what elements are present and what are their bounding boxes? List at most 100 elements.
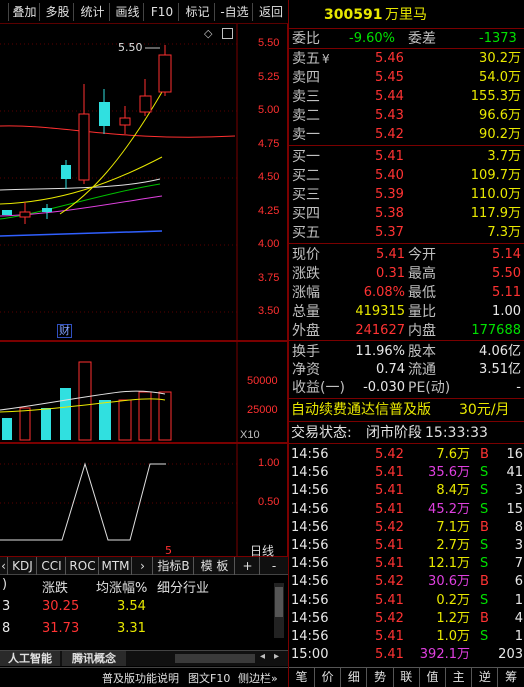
toolbar-edge xyxy=(0,3,9,21)
ad-text[interactable]: 自动续费通达信普及版 xyxy=(291,401,431,419)
bid-volume: 109.7万 xyxy=(470,168,521,183)
indicator-chart[interactable] xyxy=(0,444,288,558)
bid-row[interactable]: 买五 5.37 7.3万 xyxy=(289,224,524,242)
quote-tab[interactable]: 势 xyxy=(368,668,394,687)
tick-row[interactable]: 14:56 5.42 1.2万 B 4 xyxy=(289,610,524,628)
sector-tab-ai[interactable]: 人工智能 xyxy=(0,651,60,666)
tick-side: S xyxy=(480,538,489,553)
table-scrollbar[interactable] xyxy=(274,583,284,638)
tab-roc[interactable]: ROC xyxy=(67,557,99,575)
bid-row[interactable]: 买四 5.38 117.9万 xyxy=(289,205,524,223)
tab-scroll-right-icon[interactable]: › xyxy=(133,557,153,575)
f10-link[interactable]: 图文F10 xyxy=(188,670,230,686)
subscription-ad[interactable]: 自动续费通达信普及版 30元/月 xyxy=(289,401,524,419)
quote-tab[interactable]: 逆 xyxy=(472,668,499,687)
draw-line-button[interactable]: 画线 xyxy=(112,3,144,21)
indicator-label: 1.00 xyxy=(258,457,280,469)
trade-status-value: 闭市阶段 xyxy=(366,425,422,441)
tick-count: 203 xyxy=(498,647,523,663)
tick-price: 5.41 xyxy=(375,465,404,481)
tick-row[interactable]: 14:56 5.41 8.4万 S 3 xyxy=(289,482,524,500)
status-bar: 普及版功能说明 图文F10 侧边栏» xyxy=(0,667,288,687)
order-diff-label: 委差 xyxy=(408,31,436,47)
table-row[interactable]: 3 30.25 3.54 xyxy=(0,599,270,619)
tick-row[interactable]: 14:56 5.41 1.0万 S 1 xyxy=(289,628,524,646)
tick-row[interactable]: 14:56 5.42 30.6万 B 6 xyxy=(289,573,524,591)
scroll-right-icon[interactable]: ▸ xyxy=(274,651,286,662)
add-tab-button[interactable]: + xyxy=(236,557,260,575)
price-label: 5.25 xyxy=(258,71,280,83)
diamond-icon[interactable]: ◇ xyxy=(204,27,212,40)
tab-template[interactable]: 模 板 xyxy=(195,557,235,575)
tick-row[interactable]: 14:56 5.42 7.1万 B 8 xyxy=(289,519,524,537)
remove-favorite-button[interactable]: -自选 xyxy=(217,3,253,21)
scrollbar-thumb[interactable] xyxy=(275,587,283,617)
mark-button[interactable]: 标记 xyxy=(181,3,215,21)
tick-row[interactable]: 14:56 5.41 0.2万 S 1 xyxy=(289,592,524,610)
fin-label: 股本 xyxy=(408,344,436,360)
tab-mtm[interactable]: MTM xyxy=(100,557,132,575)
bid-row[interactable]: 买二 5.40 109.7万 xyxy=(289,167,524,185)
candle-up xyxy=(119,117,131,126)
overlay-button[interactable]: 叠加 xyxy=(10,3,40,21)
kline-panel[interactable]: 5.50 ◇ 财 5.50 5.25 5.00 4.75 4.50 4.25 4… xyxy=(0,24,288,341)
tab-scroll-left-icon[interactable]: ‹ xyxy=(0,557,8,575)
tab-kdj[interactable]: KDJ xyxy=(9,557,37,575)
tick-count: 41 xyxy=(506,465,523,481)
ask-row[interactable]: 卖一 5.42 90.2万 xyxy=(289,126,524,144)
statistics-button[interactable]: 统计 xyxy=(76,3,110,21)
table-row[interactable]: 8 31.73 3.31 xyxy=(0,621,270,641)
row-avg: 3.54 xyxy=(117,599,146,614)
fin-value: 0.74 xyxy=(376,362,405,377)
quote-tab[interactable]: 联 xyxy=(394,668,420,687)
scroll-left-icon[interactable]: ◂ xyxy=(260,651,272,662)
financial-report-badge[interactable]: 财 xyxy=(57,324,72,338)
quote-tab[interactable]: 细 xyxy=(341,668,368,687)
bid-row[interactable]: 买一 5.41 3.7万 xyxy=(289,148,524,166)
quote-tab[interactable]: 值 xyxy=(420,668,446,687)
sidebar-toggle-link[interactable]: 侧边栏» xyxy=(238,670,278,686)
stock-code: 300591 xyxy=(324,7,383,23)
tick-row[interactable]: 14:56 5.41 45.2万 S 15 xyxy=(289,501,524,519)
ad-price[interactable]: 30元/月 xyxy=(459,401,510,419)
quote-tab[interactable]: 筹 xyxy=(499,668,524,687)
quote-tab[interactable]: 主 xyxy=(446,668,473,687)
indicator-panel[interactable]: 1.00 0.50 5 日线 xyxy=(0,443,288,558)
stat-value: 419315 xyxy=(355,304,405,319)
tick-volume: 30.6万 xyxy=(428,574,470,590)
ask-price: 5.42 xyxy=(375,127,404,142)
trade-status-time: 15:33:33 xyxy=(425,425,488,441)
volume-bar-up xyxy=(78,361,92,441)
checkbox-icon[interactable] xyxy=(222,28,233,39)
tick-row[interactable]: 14:56 5.42 7.6万 B 16 xyxy=(289,446,524,464)
ask-price: 5.44 xyxy=(375,89,404,104)
multi-stock-button[interactable]: 多股 xyxy=(42,3,74,21)
sector-tab-tencent[interactable]: 腾讯概念 xyxy=(62,651,126,666)
remove-tab-button[interactable]: - xyxy=(261,557,287,575)
tick-row[interactable]: 15:00 5.41 392.1万 203 xyxy=(289,646,524,664)
tab-indicator-b[interactable]: 指标B xyxy=(154,557,194,575)
volume-panel[interactable]: 50000 25000 X10 xyxy=(0,341,288,444)
tick-side: S xyxy=(480,483,489,499)
ask-row[interactable]: 卖二 5.43 96.6万 xyxy=(289,107,524,125)
ask-row[interactable]: 卖五 ¥ 5.46 30.2万 xyxy=(289,50,524,68)
kline-chart[interactable] xyxy=(0,24,288,341)
fin-value: 3.51亿 xyxy=(479,362,521,377)
table-header-industry: 细分行业 xyxy=(157,581,210,596)
tab-cci[interactable]: CCI xyxy=(38,557,66,575)
tick-row[interactable]: 14:56 5.41 35.6万 S 41 xyxy=(289,464,524,482)
fin-row: 换手 11.96% 股本 4.06亿 xyxy=(289,343,524,361)
feature-help-link[interactable]: 普及版功能说明 xyxy=(102,670,179,686)
back-button[interactable]: 返回 xyxy=(255,3,287,21)
ask-row[interactable]: 卖三 5.44 155.3万 xyxy=(289,88,524,106)
quote-tab[interactable]: 笔 xyxy=(289,668,315,687)
bid-row[interactable]: 买三 5.39 110.0万 xyxy=(289,186,524,204)
tick-row[interactable]: 14:56 5.41 2.7万 S 3 xyxy=(289,537,524,555)
quote-tab[interactable]: 价 xyxy=(315,668,342,687)
tick-time: 14:56 xyxy=(291,574,329,590)
horizontal-scrollbar[interactable] xyxy=(175,654,255,663)
tick-row[interactable]: 14:56 5.41 12.1万 S 7 xyxy=(289,555,524,573)
ask-row[interactable]: 卖四 5.45 54.0万 xyxy=(289,69,524,87)
ask-label: 卖五 xyxy=(292,51,320,67)
f10-button[interactable]: F10 xyxy=(146,3,179,21)
